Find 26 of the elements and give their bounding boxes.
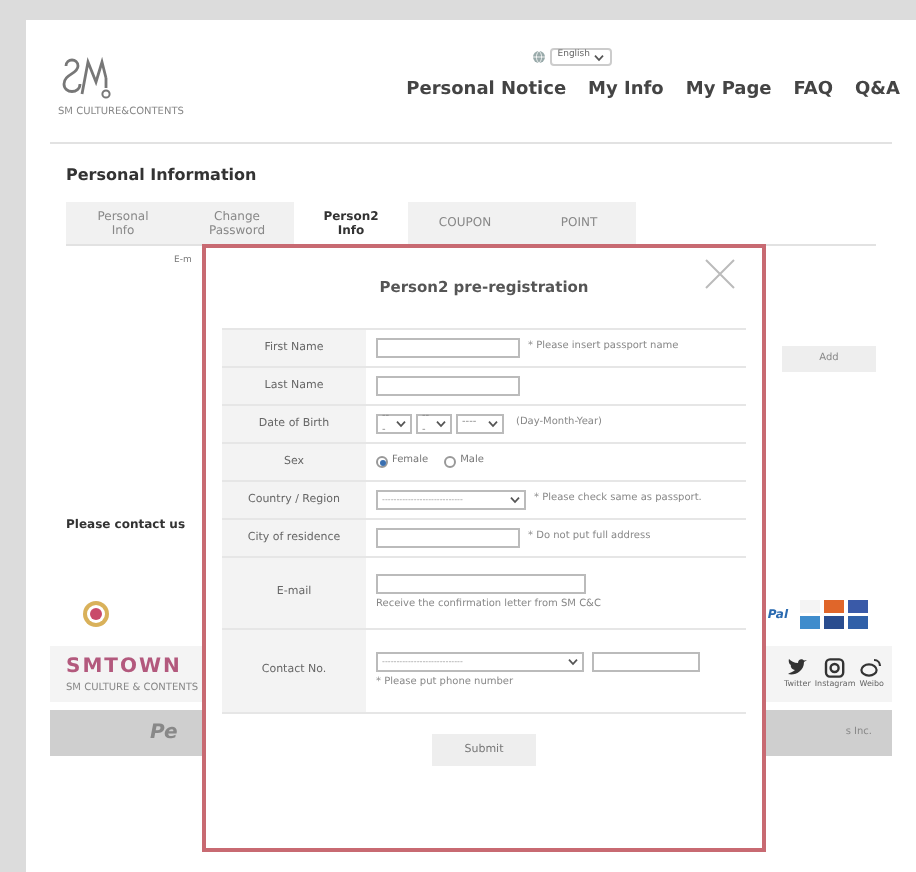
payment-cards-icon [800, 599, 872, 629]
caret-icon [396, 420, 406, 428]
nav-link[interactable]: Q&A [855, 78, 900, 105]
close-button[interactable] [702, 256, 738, 292]
logo-icon [58, 53, 114, 102]
text-field[interactable] [376, 376, 520, 396]
caret-icon [510, 496, 520, 504]
nav-link[interactable]: FAQ [793, 78, 834, 105]
nav-link[interactable]: My Page [685, 78, 772, 105]
bird-icon [786, 658, 809, 678]
nav-link[interactable]: My Info [588, 78, 664, 105]
camera-icon [824, 658, 847, 678]
close-icon [704, 258, 736, 290]
text-field[interactable] [376, 338, 520, 358]
section-title: Personal Information [66, 164, 257, 188]
caret-icon [568, 657, 578, 666]
brand-name: SMTOWN [66, 653, 184, 682]
phone-field[interactable] [592, 651, 700, 672]
text-field[interactable] [376, 528, 520, 548]
caret-icon [488, 420, 498, 428]
nav-link[interactable]: Personal Notice [406, 78, 567, 105]
caret-icon [594, 53, 604, 61]
seal-icon [82, 600, 110, 628]
email-field[interactable] [376, 573, 586, 594]
globe-icon [531, 50, 546, 64]
caret-icon [436, 420, 446, 428]
